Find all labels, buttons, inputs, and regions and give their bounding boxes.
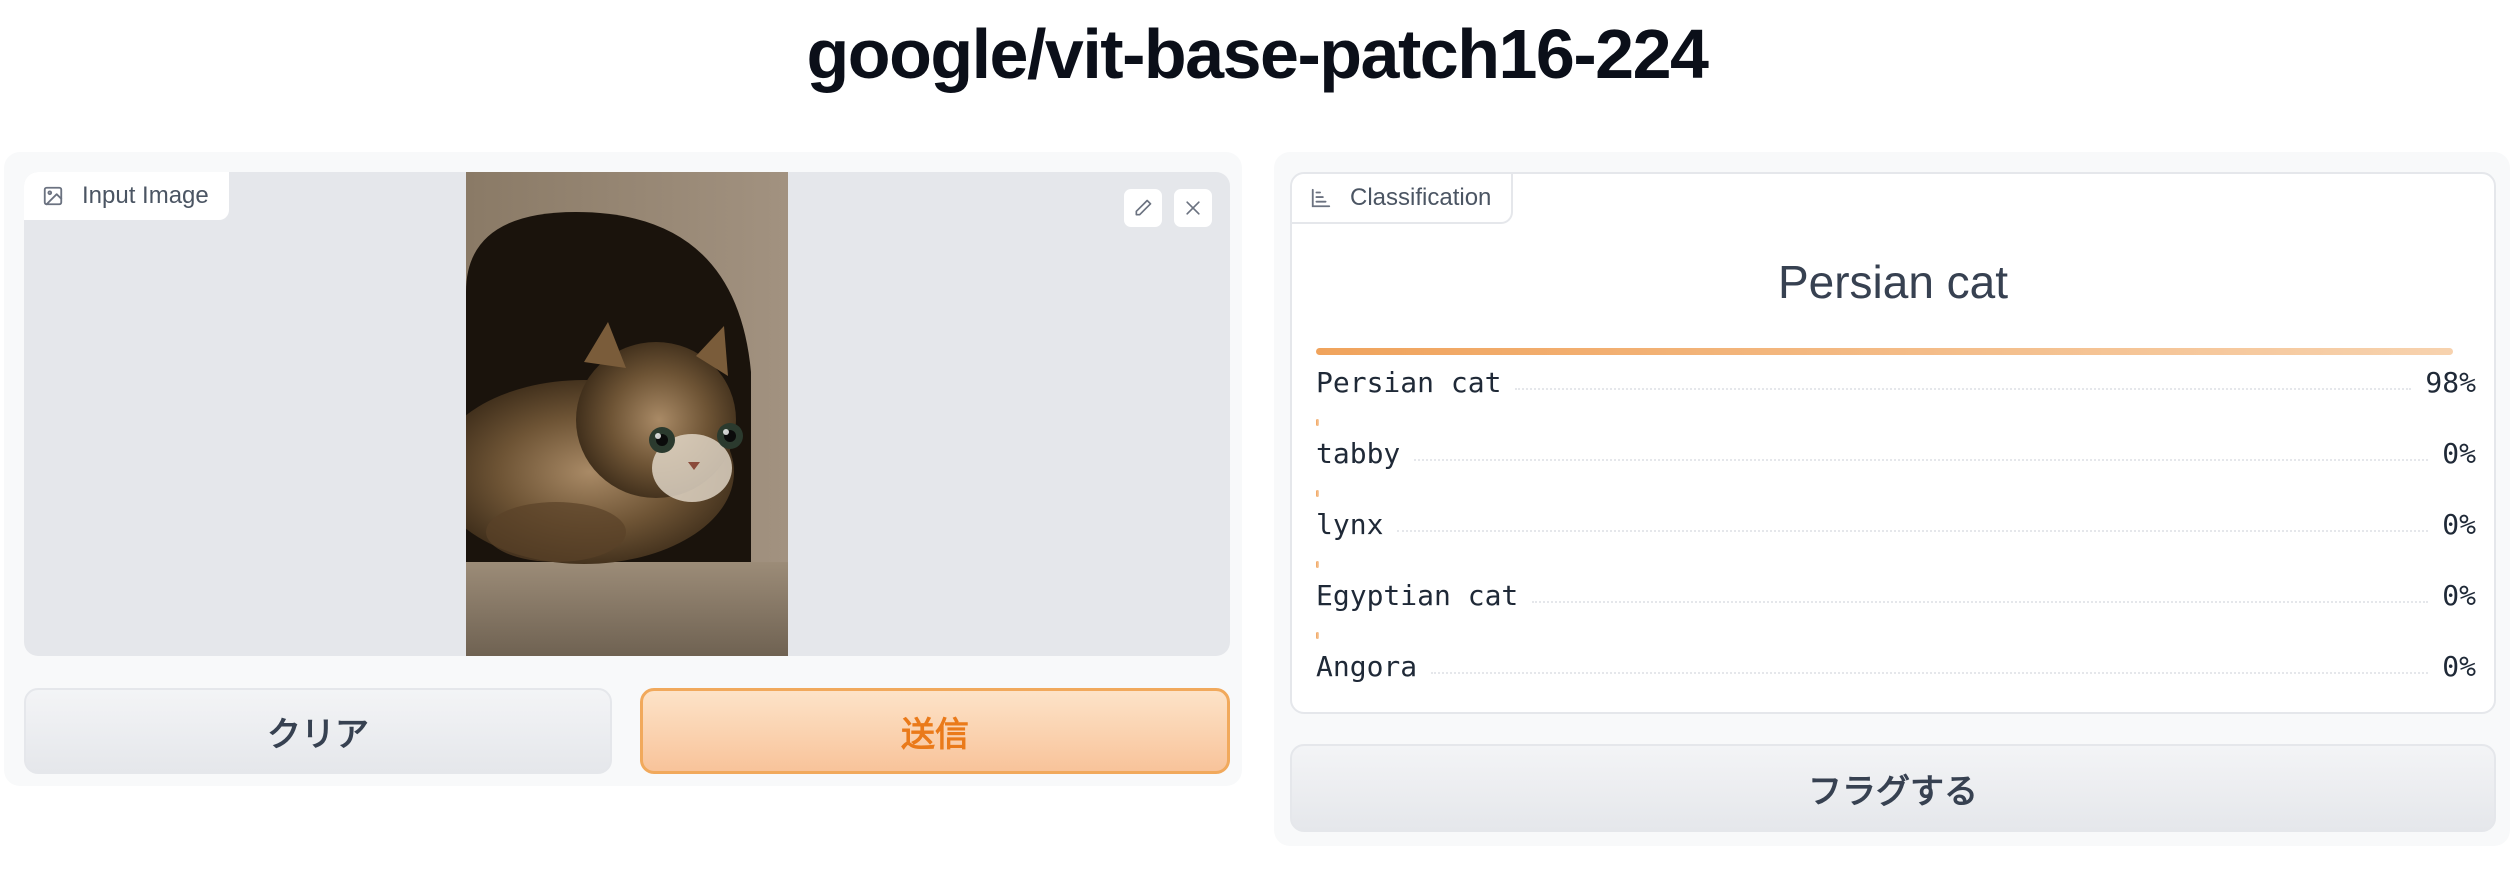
result-label: tabby [1316,436,1401,470]
result-value: 0% [2442,578,2476,612]
confidence-bar [1316,490,1319,497]
leader-dots [1532,601,2429,603]
remove-image-button[interactable] [1173,188,1213,228]
confidence-bar [1316,561,1319,568]
confidence-bar [1316,348,2453,355]
classification-label-tag: Classification [1292,174,1514,224]
input-panel: Input Image クリア 送信 [4,152,1242,786]
page-title: google/vit-base-patch16-224 [806,15,1709,93]
result-label: Angora [1316,649,1418,683]
confidence-bar [1316,419,1319,426]
classification-output: Classification Persian cat Persian cat 9… [1290,172,2496,714]
result-label: lynx [1316,507,1384,541]
leader-dots [1515,388,2412,390]
edit-image-button[interactable] [1123,188,1163,228]
result-row: tabby 0% [1316,419,2476,490]
cat-photo [466,172,788,656]
image-input[interactable]: Input Image [24,172,1230,656]
result-label: Egyptian cat [1316,578,1519,612]
result-value: 0% [2442,507,2476,541]
leader-dots [1397,530,2429,532]
image-icon [42,185,64,207]
pencil-icon [1133,198,1153,218]
result-row: Angora 0% [1316,632,2476,703]
results-list: Persian cat 98% tabby 0% lynx 0% Egyptia… [1316,348,2476,703]
bar-chart-icon [1310,187,1332,209]
close-icon [1183,198,1203,218]
top-prediction: Persian cat [1777,256,2009,308]
clear-button[interactable]: クリア [24,688,612,774]
result-value: 0% [2442,649,2476,683]
result-row: lynx 0% [1316,490,2476,561]
output-panel: Classification Persian cat Persian cat 9… [1274,152,2510,846]
flag-button[interactable]: フラグする [1290,744,2496,832]
leader-dots [1431,672,2429,674]
result-value: 0% [2442,436,2476,470]
input-image-label-tag: Input Image [24,172,231,222]
classification-label: Classification [1350,184,1492,211]
result-row: Persian cat 98% [1316,348,2476,419]
leader-dots [1414,459,2429,461]
result-value: 98% [2425,365,2476,399]
result-label: Persian cat [1316,365,1502,399]
submit-button[interactable]: 送信 [640,688,1230,774]
confidence-bar [1316,632,1319,639]
input-image-label: Input Image [82,182,209,209]
result-row: Egyptian cat 0% [1316,561,2476,632]
